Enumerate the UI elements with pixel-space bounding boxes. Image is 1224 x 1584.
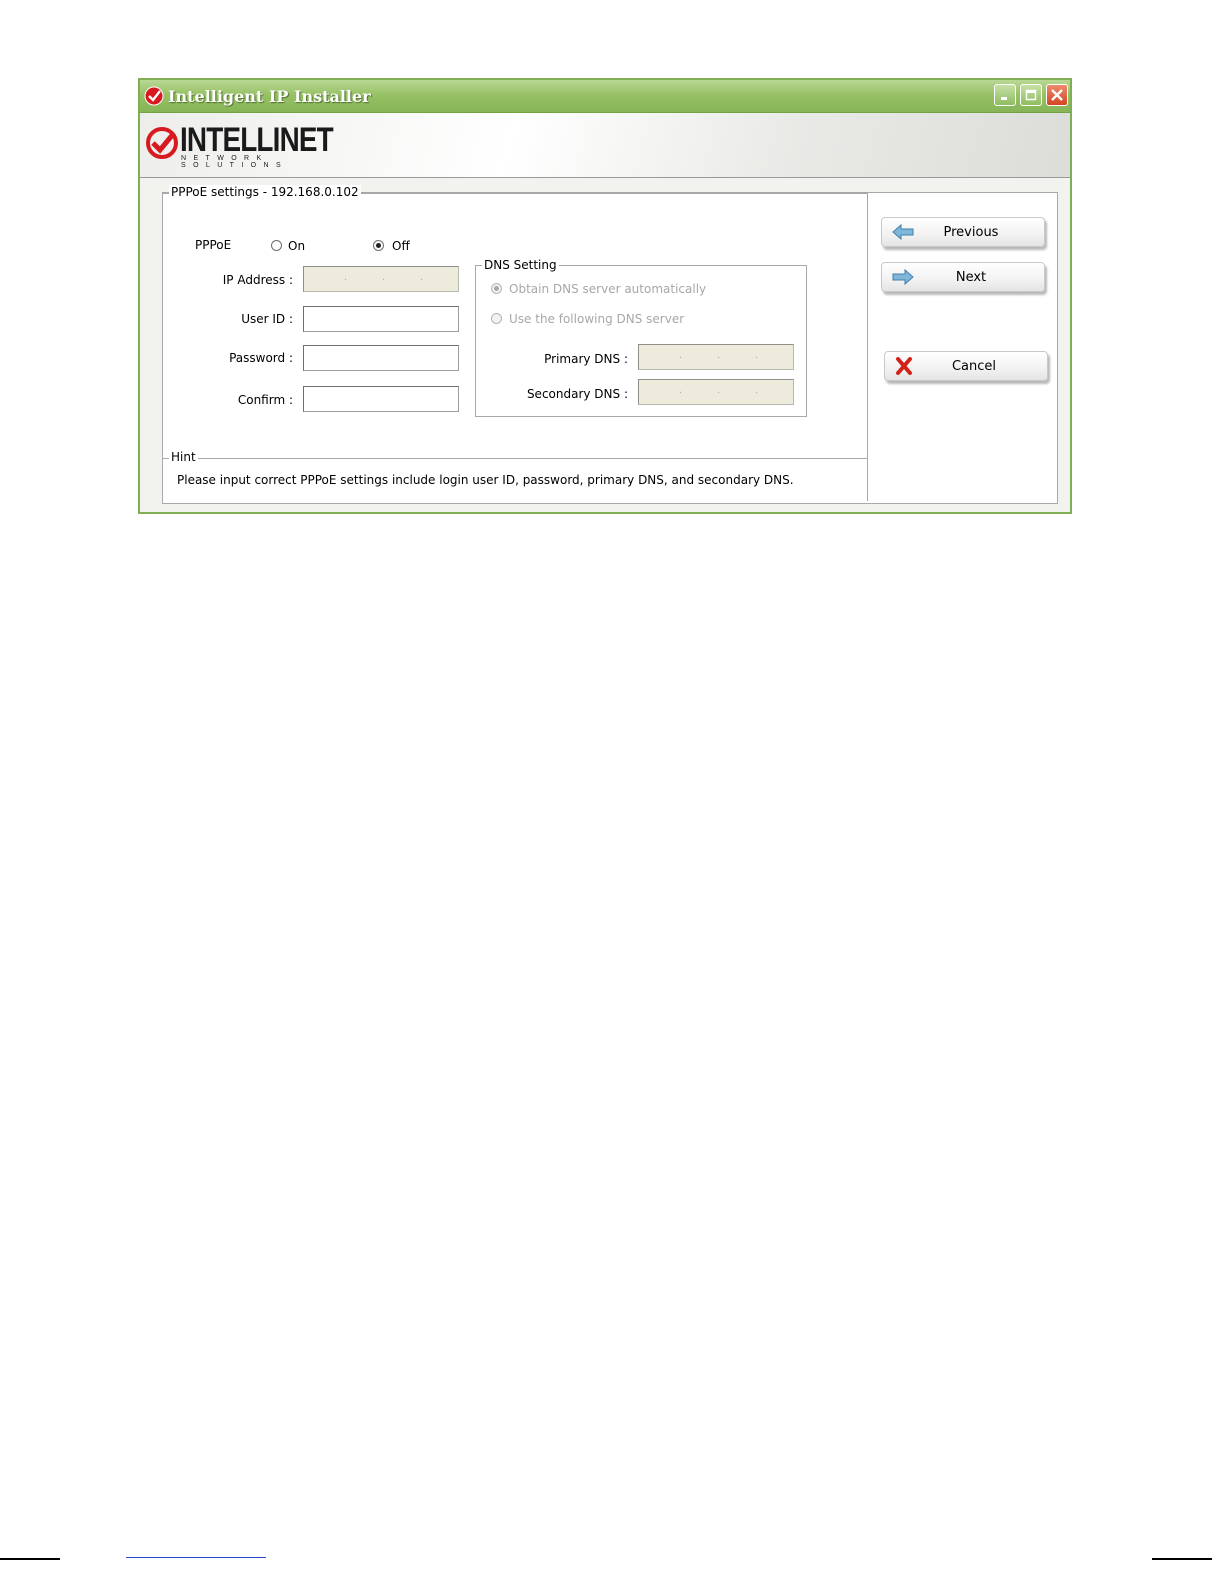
secondary-dns-label: Secondary DNS : — [526, 387, 628, 401]
content-area: PPPoE settings - 192.168.0.102 PPPoE On … — [162, 185, 1058, 504]
password-label: Password : — [229, 351, 293, 365]
installer-window: Intelligent IP Installer INTELLINET NETW… — [138, 78, 1072, 514]
cancel-label: Cancel — [951, 359, 997, 374]
pppoe-on-label: On — [288, 239, 306, 253]
secondary-dns-field: . . . — [638, 379, 794, 405]
ip-address-field: . . . — [303, 266, 459, 292]
close-button[interactable] — [1046, 84, 1068, 106]
hint-group-border — [163, 458, 867, 459]
pppoe-off-radio[interactable] — [373, 240, 384, 251]
hint-text: Please input correct PPPoE settings incl… — [177, 473, 794, 487]
intellinet-check-icon — [144, 86, 164, 106]
pppoe-group-title: PPPoE settings - 192.168.0.102 — [169, 185, 361, 199]
minimize-icon — [1001, 97, 1007, 100]
confirm-password-input[interactable] — [303, 386, 459, 412]
footer-link-underline[interactable] — [126, 1557, 266, 1558]
confirm-label: Confirm : — [237, 393, 293, 407]
intellinet-logo: INTELLINET NETWORK SOLUTIONS — [146, 121, 356, 169]
window-title: Intelligent IP Installer — [168, 87, 371, 106]
pppoe-settings-panel: PPPoE settings - 192.168.0.102 PPPoE On … — [163, 185, 868, 501]
dns-group-title: DNS Setting — [482, 258, 559, 272]
primary-dns-field: . . . — [638, 344, 794, 370]
user-id-label: User ID : — [241, 312, 293, 326]
logo-check-icon — [146, 127, 178, 159]
cancel-button[interactable]: Cancel — [884, 351, 1048, 381]
logo-tagline: NETWORK SOLUTIONS — [181, 155, 289, 169]
logo-banner: INTELLINET NETWORK SOLUTIONS — [140, 113, 1070, 178]
pppoe-off-label: Off — [392, 239, 410, 253]
user-id-input[interactable] — [303, 306, 459, 332]
pppoe-on-radio[interactable] — [271, 240, 282, 251]
pppoe-label: PPPoE — [195, 238, 232, 252]
dns-manual-radio[interactable] — [491, 313, 502, 324]
previous-label: Previous — [943, 225, 999, 240]
minimize-button[interactable] — [994, 84, 1016, 106]
ip-address-label: IP Address : — [222, 273, 293, 287]
maximize-icon — [1025, 89, 1037, 101]
dns-manual-label: Use the following DNS server — [509, 312, 685, 326]
dns-setting-group: DNS Setting Obtain DNS server automatica… — [475, 258, 807, 417]
footer-rule-right — [1152, 1558, 1212, 1560]
hint-title: Hint — [169, 450, 198, 464]
footer-rule-left — [0, 1558, 60, 1560]
primary-dns-label: Primary DNS : — [544, 352, 628, 366]
next-button[interactable]: Next — [881, 262, 1045, 292]
dns-auto-radio[interactable] — [491, 283, 502, 294]
next-label: Next — [955, 270, 987, 285]
close-icon — [1051, 89, 1063, 101]
dns-auto-label: Obtain DNS server automatically — [509, 282, 707, 296]
previous-button[interactable]: Previous — [881, 217, 1045, 247]
title-bar[interactable]: Intelligent IP Installer — [140, 80, 1070, 113]
password-input[interactable] — [303, 345, 459, 371]
maximize-button[interactable] — [1020, 84, 1042, 106]
